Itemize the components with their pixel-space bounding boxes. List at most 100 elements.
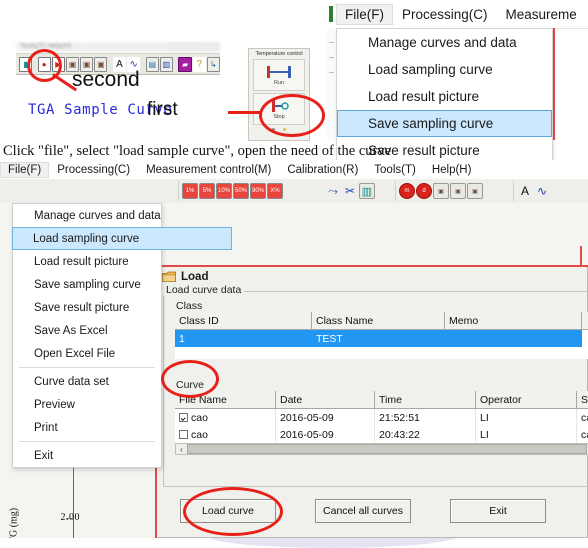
col-date[interactable]: Date <box>276 391 375 409</box>
annotation-ellipse-checkbox <box>161 360 219 398</box>
furnace-3-icon[interactable]: ▣ <box>467 183 483 199</box>
percent-10-icon[interactable]: 10% <box>216 183 232 199</box>
col-time[interactable]: Time <box>375 391 476 409</box>
toolbar-group-marks[interactable]: m d ▣ ▣ ▣ <box>395 181 483 201</box>
mark-d-icon[interactable]: d <box>416 183 432 199</box>
column-icon[interactable]: ▥ <box>359 183 375 199</box>
curve-table[interactable]: File Name Date Time Operator Sam cao 201… <box>175 391 588 450</box>
file-menu-save-as-excel[interactable]: Save As Excel <box>13 319 161 342</box>
cell-file-name-2[interactable]: cao <box>175 426 276 443</box>
file-menu-print[interactable]: Print <box>13 416 161 439</box>
app-toolbar[interactable]: 1% 5% 10% 50% 90% X% ⤳ ✂ ▥ m d ▣ ▣ ▣ A ∿ <box>0 179 588 204</box>
temperature-control-title: Temperature control <box>249 49 309 57</box>
cell-operator-2: LI <box>476 426 577 443</box>
scrollbar-thumb[interactable] <box>187 444 587 454</box>
col-class-name[interactable]: Class Name <box>312 312 445 330</box>
percent-x-icon[interactable]: X% <box>267 183 283 199</box>
file-menu-load-result-picture[interactable]: Load result picture <box>13 250 161 273</box>
annotation-first-label: first <box>147 99 178 121</box>
col-class-extra[interactable] <box>582 312 588 330</box>
exit-button[interactable]: Exit <box>450 499 546 523</box>
menu-processing[interactable]: Processing(C) <box>393 4 497 25</box>
chart-purple-icon[interactable]: ▰ <box>178 57 191 72</box>
run-button[interactable]: Run <box>253 59 305 91</box>
load-curve-data-legend: Load curve data <box>163 284 244 296</box>
file-menu-curve-data-set[interactable]: Curve data set <box>13 370 161 393</box>
row-checkbox-checked[interactable] <box>179 413 188 422</box>
mark-m-icon[interactable]: m <box>399 183 415 199</box>
cell-time-1: 21:52:51 <box>375 409 476 427</box>
percent-5-icon[interactable]: 5% <box>199 183 215 199</box>
cancel-all-curves-button[interactable]: Cancel all curves <box>315 499 411 523</box>
app-menu-tools[interactable]: Tools(T) <box>366 162 424 178</box>
tg-chart-axis: 2.00 0.00 TG (mg) <box>0 468 160 538</box>
file-menu-exit[interactable]: Exit <box>13 444 161 467</box>
curve-tool-icon[interactable]: ∿ <box>534 183 550 199</box>
toolbar-group-tools[interactable]: ⤳ ✂ ▥ <box>322 181 375 201</box>
cell-class-extra <box>582 330 588 348</box>
percent-90-icon[interactable]: 90% <box>250 183 266 199</box>
run-label: Run <box>274 80 284 86</box>
annotation-second-label: second <box>72 68 140 92</box>
app-menu-file[interactable]: File(F) <box>0 162 49 178</box>
app-menu-processing[interactable]: Processing(C) <box>49 162 138 178</box>
app-menu-help[interactable]: Help(H) <box>424 162 480 178</box>
table-row-empty <box>175 347 588 359</box>
fragment-menubar[interactable]: File(F) Processing(C) Measureme <box>327 0 588 29</box>
app-client-area: Manage curves and data Load sampling cur… <box>0 203 588 538</box>
toolbar-group-percent[interactable]: 1% 5% 10% 50% 90% X% <box>178 181 283 201</box>
peak-pick-icon[interactable]: ⤳ <box>325 183 341 199</box>
furnace-1-icon[interactable]: ▣ <box>433 183 449 199</box>
table-row[interactable]: 1 TEST <box>175 330 588 348</box>
app-menu-calibration[interactable]: Calibration(R) <box>279 162 366 178</box>
window-icon[interactable]: ▤ <box>146 57 159 72</box>
menu-measurement[interactable]: Measureme <box>497 4 586 25</box>
menu-item-load-sampling-curve[interactable]: Load sampling curve <box>337 56 552 83</box>
class-table-header-row: Class ID Class Name Memo <box>175 312 588 330</box>
menu-item-save-sampling-curve[interactable]: Save sampling curve <box>337 110 552 137</box>
table-row[interactable]: cao 2016-05-09 20:43:22 LI cao <box>175 426 588 443</box>
y-tick-mark-2 <box>66 518 72 519</box>
file-menu-open-excel-file[interactable]: Open Excel File <box>13 342 161 365</box>
class-table[interactable]: Class ID Class Name Memo 1 TEST <box>175 312 588 359</box>
percent-1-icon[interactable]: 1% <box>182 183 198 199</box>
menu-separator-2 <box>19 441 155 442</box>
folder-icon <box>162 271 176 283</box>
scissors-icon[interactable]: ✂ <box>342 183 358 199</box>
app-menubar[interactable]: File(F) Processing(C) Measurement contro… <box>0 160 588 179</box>
curve-table-hscrollbar[interactable]: ‹ <box>175 443 588 455</box>
toolbar-group-annotate[interactable]: A ∿ <box>513 181 550 201</box>
cell-file-name-1[interactable]: cao <box>175 409 276 427</box>
menu-item-manage-curves-and-data[interactable]: Manage curves and data <box>337 29 552 56</box>
col-memo[interactable]: Memo <box>445 312 582 330</box>
file-menu-load-sampling-curve[interactable]: Load sampling curve <box>12 227 232 250</box>
binocular-icon[interactable]: ▥ <box>160 57 173 72</box>
cell-time-2: 20:43:22 <box>375 426 476 443</box>
app-file-dropdown[interactable]: Manage curves and data Load sampling cur… <box>12 203 162 468</box>
furnace-2-icon[interactable]: ▣ <box>450 183 466 199</box>
cell-class-name: TEST <box>312 330 445 348</box>
col-sample[interactable]: Sam <box>577 391 588 409</box>
scroll-left-arrow-icon[interactable]: ‹ <box>176 444 187 454</box>
row-checkbox-unchecked[interactable] <box>179 430 188 439</box>
annotation-ellipse-load-curve <box>183 487 283 536</box>
menu-item-load-result-picture[interactable]: Load result picture <box>337 83 552 110</box>
run-icon <box>266 65 292 79</box>
file-menu-manage-curves-and-data[interactable]: Manage curves and data <box>13 204 161 227</box>
col-class-id[interactable]: Class ID <box>175 312 312 330</box>
cell-empty <box>175 347 588 359</box>
text-a-icon[interactable]: A <box>517 183 533 199</box>
class-section-label: Class <box>176 300 202 312</box>
annotation-pointer-stop <box>228 111 260 114</box>
file-menu-save-result-picture[interactable]: Save result picture <box>13 296 161 319</box>
file-menu-save-sampling-curve[interactable]: Save sampling curve <box>13 273 161 296</box>
file-menu-preview[interactable]: Preview <box>13 393 161 416</box>
menu-file[interactable]: File(F) <box>336 4 393 25</box>
table-row[interactable]: cao 2016-05-09 21:52:51 LI cao <box>175 409 588 427</box>
help-icon[interactable]: ? <box>193 57 206 72</box>
menu-separator-1 <box>19 367 155 368</box>
percent-50-icon[interactable]: 50% <box>233 183 249 199</box>
app-menu-measurement-control[interactable]: Measurement control(M) <box>138 162 279 178</box>
pointer-icon[interactable]: ↳ <box>207 57 220 72</box>
col-operator[interactable]: Operator <box>476 391 577 409</box>
